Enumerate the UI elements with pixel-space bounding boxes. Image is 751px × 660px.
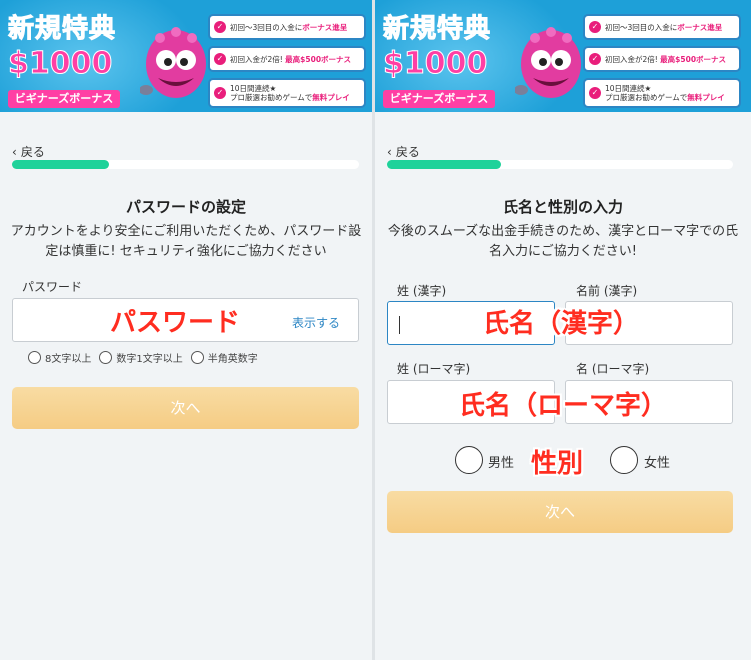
back-label: 戻る	[20, 145, 45, 159]
first-name-kanji-label: 名前 (漢字)	[576, 284, 638, 298]
page-title: 氏名と性別の入力	[502, 198, 623, 216]
promo-item: ✓ 初回入金が2倍! 最高$500ボーナス	[208, 46, 366, 72]
promo-title: 新規特典	[382, 14, 492, 45]
promo-title: 新規特典	[7, 14, 117, 45]
female-label: 女性	[644, 456, 671, 471]
circle-icon	[28, 351, 41, 364]
promo-amount: $1000	[7, 46, 113, 82]
circle-icon	[99, 351, 113, 364]
gender-overlay: 性別	[531, 449, 584, 479]
promo-text: 10日間連続★	[605, 84, 652, 93]
roman-name-overlay: 氏名（ローマ字）	[459, 391, 668, 421]
promo-item: ✓ 初回〜3回目の入金にボーナス進呈	[208, 14, 366, 40]
password-requirements: 8文字以上 数字1文字以上 半角英数字	[28, 350, 266, 365]
mascot-icon	[140, 27, 206, 98]
requirement-item: 数字1文字以上	[99, 350, 183, 365]
male-label: 男性	[488, 456, 515, 471]
first-name-roman-label: 名 (ローマ字)	[576, 362, 650, 376]
promo-banner[interactable]: 新規特典 $1000 ビギナーズボーナス ✓ 初回〜3回目の入金にボーナス進呈 …	[0, 0, 372, 112]
promo-highlight: 最高$500ボーナス	[660, 54, 727, 64]
kanji-name-overlay: 氏名（漢字）	[483, 309, 640, 339]
progress-bar	[12, 160, 359, 169]
show-password-button[interactable]: 表示する	[292, 314, 340, 331]
circle-icon	[190, 351, 204, 364]
back-link[interactable]: ‹ 戻る	[12, 143, 45, 160]
promo-banner[interactable]: 新規特典 $1000 ビギナーズボーナス ✓ 初回〜3回目の入金にボーナス進呈 …	[375, 0, 751, 112]
progress-fill	[12, 160, 110, 169]
promo-item: ✓ 初回〜3回目の入金にボーナス進呈	[583, 14, 741, 40]
requirement-item: 半角英数字	[190, 350, 258, 365]
check-circle-icon: ✓	[214, 21, 226, 33]
progress-fill	[387, 160, 502, 169]
promo-subtitle: ビギナーズボーナス	[383, 90, 495, 108]
promo-item: ✓ 10日間連続★ プロ厳選お勧めゲームで無料プレイ	[208, 78, 366, 108]
back-link[interactable]: ‹ 戻る	[387, 143, 420, 160]
promo-amount: $1000	[382, 46, 488, 82]
check-circle-icon: ✓	[214, 53, 226, 65]
password-overlay: パスワード	[110, 308, 241, 338]
back-label: 戻る	[395, 145, 420, 159]
page-description: アカウントをより安全にご利用いただくため、パスワード設定は慎重に! セキュリティ…	[10, 224, 362, 259]
check-circle-icon: ✓	[589, 87, 601, 99]
progress-bar	[387, 160, 733, 169]
promo-highlight: 最高$500ボーナス	[285, 54, 352, 64]
promo-text: プロ厳選お勧めゲームで	[230, 93, 313, 102]
last-name-kanji-label: 姓 (漢字)	[397, 284, 447, 298]
promo-item: ✓ 10日間連続★ プロ厳選お勧めゲームで無料プレイ	[583, 78, 741, 108]
check-circle-icon: ✓	[214, 87, 226, 99]
promo-item: ✓ 初回入金が2倍! 最高$500ボーナス	[583, 46, 741, 72]
promo-highlight: 無料プレイ	[687, 93, 725, 102]
page-description: 今後のスムーズな出金手続きのため、漢字とローマ字での氏名入力にご協力ください!	[387, 224, 739, 259]
promo-text: 初回〜3回目の入金に	[230, 22, 303, 32]
page-title: パスワードの設定	[125, 198, 246, 216]
male-radio[interactable]	[455, 446, 483, 474]
requirement-text: 8文字以上	[45, 354, 92, 365]
password-label: パスワード	[22, 280, 83, 294]
requirement-item: 8文字以上	[28, 350, 91, 365]
chevron-left-icon: ‹	[387, 145, 392, 159]
promo-highlight: 無料プレイ	[312, 93, 350, 102]
last-name-roman-label: 姓 (ローマ字)	[397, 362, 471, 376]
chevron-left-icon: ‹	[12, 145, 17, 159]
promo-text: 初回入金が2倍!	[230, 54, 286, 64]
name-gender-screen: 新規特典 $1000 ビギナーズボーナス ✓ 初回〜3回目の入金にボーナス進呈 …	[375, 0, 751, 660]
promo-text: プロ厳選お勧めゲームで	[605, 93, 688, 102]
password-setup-screen: 新規特典 $1000 ビギナーズボーナス ✓ 初回〜3回目の入金にボーナス進呈 …	[0, 0, 372, 660]
promo-text: 初回〜3回目の入金に	[605, 22, 678, 32]
promo-text: 初回入金が2倍!	[605, 54, 661, 64]
next-button[interactable]: 次へ	[12, 387, 359, 429]
promo-list: ✓ 初回〜3回目の入金にボーナス進呈 ✓ 初回入金が2倍! 最高$500ボーナス…	[208, 14, 366, 112]
check-circle-icon: ✓	[589, 53, 601, 65]
requirement-text: 半角英数字	[207, 354, 258, 365]
promo-list: ✓ 初回〜3回目の入金にボーナス進呈 ✓ 初回入金が2倍! 最高$500ボーナス…	[583, 14, 741, 112]
next-button[interactable]: 次へ	[387, 491, 733, 533]
promo-text: 10日間連続★	[230, 84, 277, 93]
promo-subtitle: ビギナーズボーナス	[8, 90, 120, 108]
promo-highlight: ボーナス進呈	[677, 22, 723, 32]
text-caret	[399, 316, 400, 334]
mascot-icon	[515, 27, 581, 98]
promo-highlight: ボーナス進呈	[302, 22, 348, 32]
female-radio[interactable]	[610, 446, 638, 474]
requirement-text: 数字1文字以上	[116, 354, 183, 365]
check-circle-icon: ✓	[589, 21, 601, 33]
